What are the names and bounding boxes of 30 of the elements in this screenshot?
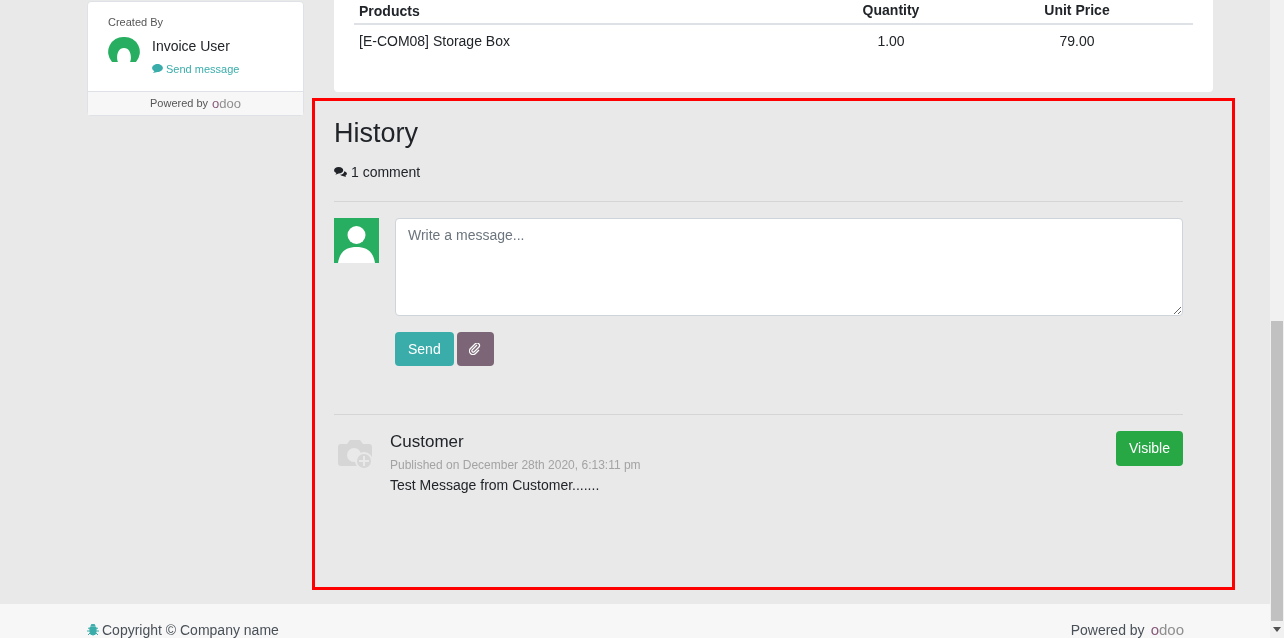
scrollbar[interactable] [1270, 0, 1284, 638]
table-cell-text: [E-COM08] Storage Box [358, 32, 511, 51]
send-message-link[interactable]: Send message [152, 60, 240, 77]
paperclip-icon [469, 343, 482, 355]
user-avatar-icon [334, 218, 379, 263]
attach-button[interactable] [456, 332, 494, 366]
comments-icon [334, 167, 347, 178]
column-header: Quantity [861, 1, 921, 20]
speech-bubble-icon [152, 64, 163, 74]
table-cell-text: 79.00 [1058, 32, 1096, 51]
user-name: Invoice User [152, 36, 231, 56]
table-cell-text: 1.00 [876, 32, 906, 51]
history-title: History [334, 117, 419, 150]
comment-count: 1 comment [351, 163, 421, 182]
visibility-badge[interactable]: Visible [1116, 431, 1183, 466]
message-author: Customer [390, 432, 465, 452]
send-button[interactable]: Send [395, 332, 454, 366]
odoo-logo: odoo [1150, 622, 1184, 638]
message-date: Published on December 28th 2020, 6:13:11 pm [390, 457, 642, 474]
scrollbar-thumb[interactable] [1271, 321, 1283, 621]
created-by-label: Created By [108, 15, 165, 30]
bug-icon [87, 624, 99, 636]
column-header: Unit Price [1043, 1, 1111, 20]
message-body: Test Message from Customer....... [390, 476, 601, 495]
powered-by-text: Powered by [1070, 622, 1145, 638]
powered-by-text: Powered by [150, 96, 209, 111]
copyright-text: Copyright © Company name [102, 622, 279, 638]
message-field[interactable]: Write a message... [395, 218, 1183, 316]
odoo-logo: odoo [212, 96, 241, 110]
column-header: Products [358, 2, 421, 21]
